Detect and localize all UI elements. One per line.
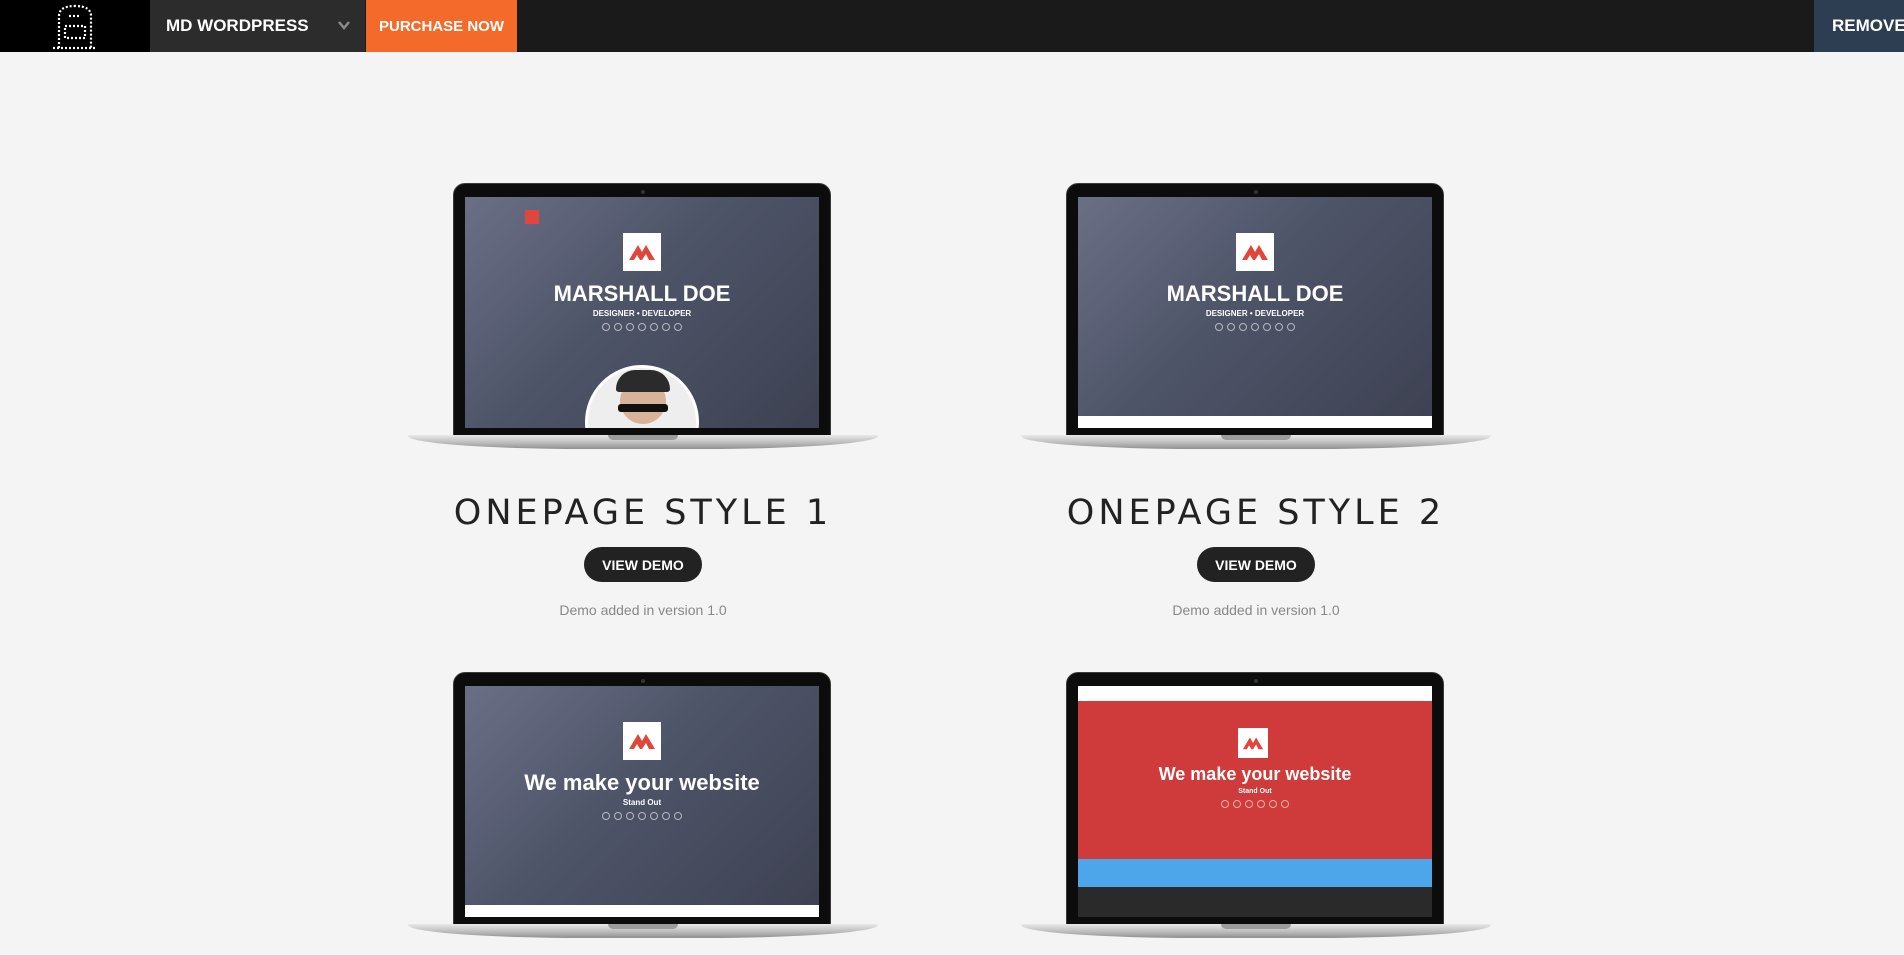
brand-logo-icon <box>623 722 661 760</box>
theme-selector-label: MD WORDPRESS <box>166 16 309 35</box>
laptop-lid: We make your website Stand Out <box>453 672 831 925</box>
brand-logo-icon <box>1238 728 1268 758</box>
nav-bar <box>1078 686 1432 701</box>
theme-selector[interactable]: MD WORDPRESS <box>150 0 365 52</box>
menu-toggle-icon <box>525 210 539 224</box>
demo-preview-1[interactable]: MARSHALL DOE DESIGNER • DEVELOPER <box>408 183 878 453</box>
hero-subheading: DESIGNER • DEVELOPER <box>1205 309 1305 318</box>
demo-title: ONEPAGE STYLE 2 <box>1066 493 1446 533</box>
brand-logo-icon <box>1236 233 1274 271</box>
site-logo[interactable] <box>0 0 150 52</box>
screen-preview-4: We make your website Stand Out <box>1078 686 1432 917</box>
screen-preview-2: MARSHALL DOE DESIGNER • DEVELOPER <box>1078 197 1432 428</box>
laptop-camera <box>641 190 645 194</box>
purchase-now-label: PURCHASE NOW <box>378 17 504 35</box>
laptop-lid: MARSHALL DOE DESIGNER • DEVELOPER <box>1066 183 1444 436</box>
demo-version: Demo added in version 1.0 <box>559 602 727 618</box>
social-icons <box>1078 323 1432 331</box>
laptop-notch <box>608 924 678 929</box>
laptop-notch <box>1221 435 1291 440</box>
demo-card-3: We make your website Stand Out <box>408 672 878 942</box>
laptop-notch <box>1221 924 1291 929</box>
remove-frame-label: REMOVE <box>1832 16 1904 35</box>
social-icons <box>1078 800 1432 808</box>
remove-frame-button[interactable]: REMOVE <box>1814 0 1904 52</box>
robot-logo-icon <box>53 4 97 50</box>
nav-bar <box>465 905 819 917</box>
brand-logo-icon <box>623 233 661 271</box>
twitter-bar <box>1078 859 1432 887</box>
demo-card-4: We make your website Stand Out <box>1021 672 1491 942</box>
nav-bar <box>1078 416 1432 428</box>
hero-heading: MARSHALL DOE <box>553 281 731 306</box>
screen-preview-3: We make your website Stand Out <box>465 686 819 917</box>
view-demo-button[interactable]: VIEW DEMO <box>584 547 702 582</box>
screen-preview-1: MARSHALL DOE DESIGNER • DEVELOPER <box>465 197 819 428</box>
laptop-camera <box>1254 679 1258 683</box>
demo-version: Demo added in version 1.0 <box>1172 602 1340 618</box>
hero-subheading: Stand Out <box>1238 788 1272 795</box>
social-icons <box>465 812 819 820</box>
chevron-down-icon <box>338 21 350 30</box>
footer-bar <box>1078 887 1432 917</box>
laptop-lid: MARSHALL DOE DESIGNER • DEVELOPER <box>453 183 831 436</box>
laptop-lid: We make your website Stand Out <box>1066 672 1444 925</box>
demo-card-2: MARSHALL DOE DESIGNER • DEVELOPER ONEPAG… <box>1021 183 1491 618</box>
demo-preview-2[interactable]: MARSHALL DOE DESIGNER • DEVELOPER <box>1021 183 1491 453</box>
laptop-notch <box>608 435 678 440</box>
hero-heading: We make your website <box>524 770 760 795</box>
hero-subheading: Stand Out <box>622 798 662 807</box>
laptop-camera <box>641 679 645 683</box>
view-demo-button[interactable]: VIEW DEMO <box>1197 547 1315 582</box>
demo-card-1: MARSHALL DOE DESIGNER • DEVELOPER ONEPAG… <box>408 183 878 618</box>
hero-subheading: DESIGNER • DEVELOPER <box>592 309 692 318</box>
purchase-now-button[interactable]: PURCHASE NOW <box>366 0 517 52</box>
demo-title: ONEPAGE STYLE 1 <box>453 493 833 533</box>
demo-preview-4[interactable]: We make your website Stand Out <box>1021 672 1491 942</box>
social-icons <box>465 323 819 331</box>
avatar <box>585 365 699 428</box>
hero-heading: We make your website <box>1158 764 1352 784</box>
laptop-camera <box>1254 190 1258 194</box>
hero-heading: MARSHALL DOE <box>1166 281 1344 306</box>
demo-preview-3[interactable]: We make your website Stand Out <box>408 672 878 942</box>
top-bar: MD WORDPRESS PURCHASE NOW REMOVE <box>0 0 1904 52</box>
